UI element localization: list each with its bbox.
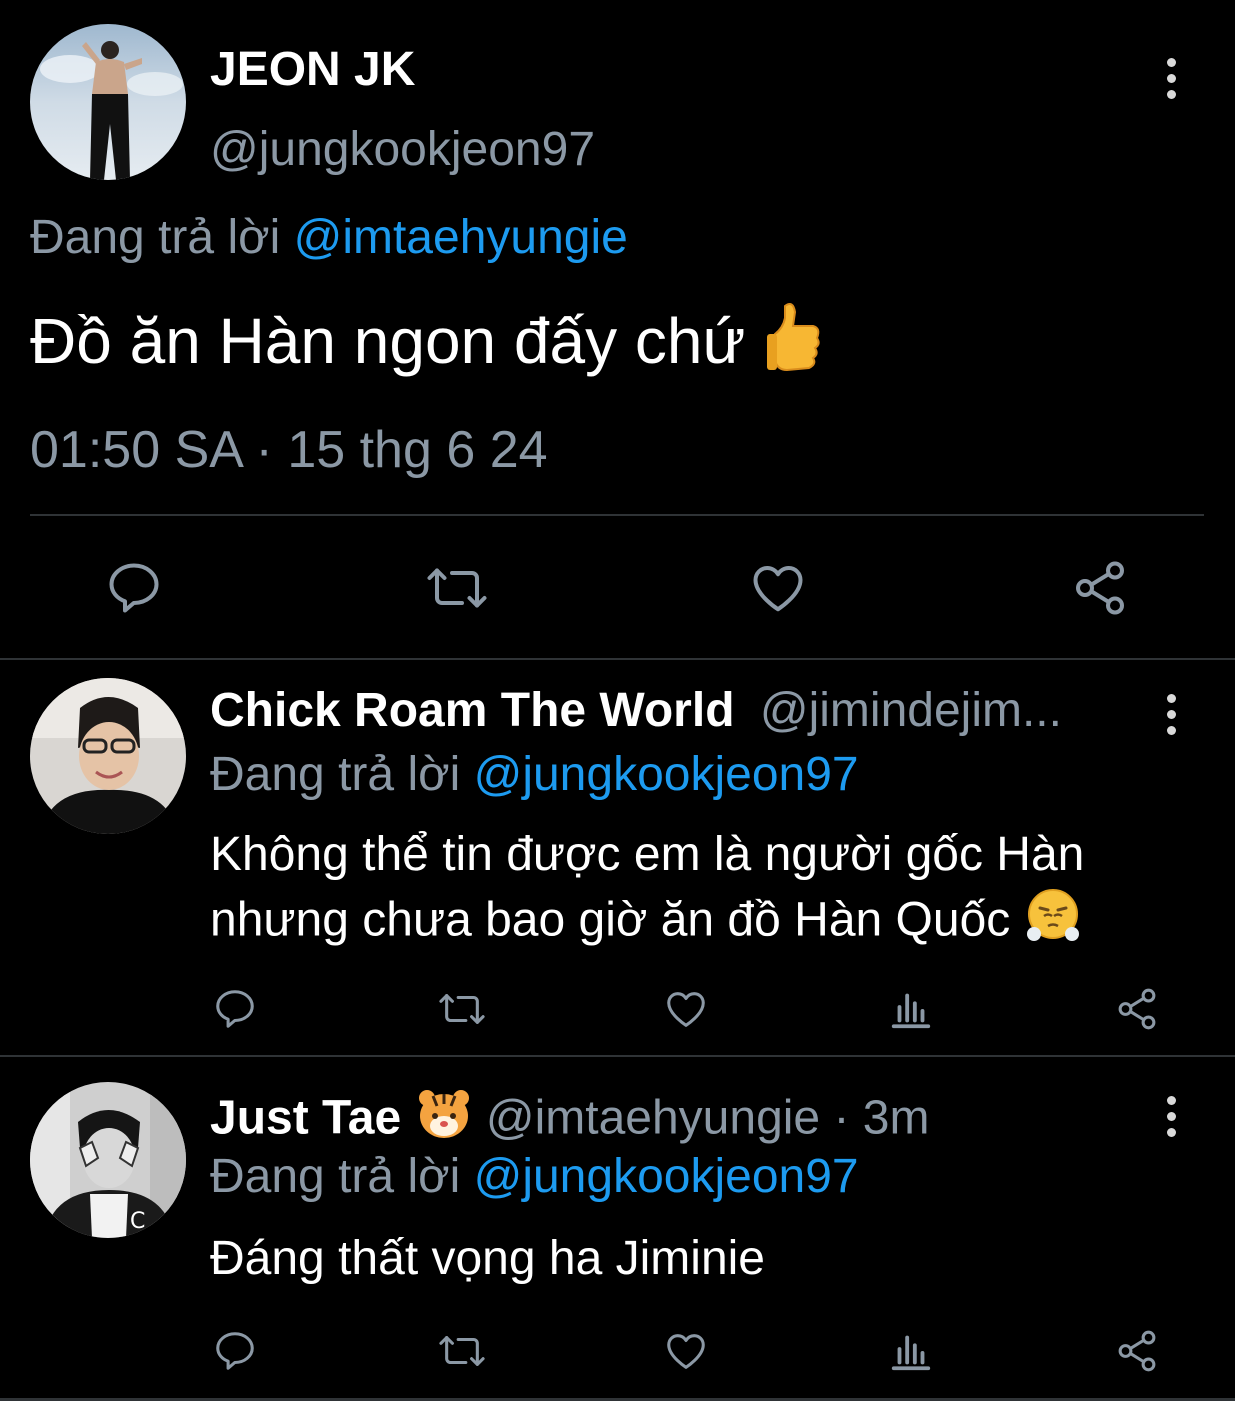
- face-with-steam-icon: [1024, 886, 1082, 960]
- time-ago: 3m: [862, 1091, 930, 1145]
- tweet-body-line: Không thể tin được em là người gốc Hàn: [210, 828, 1085, 881]
- avatar[interactable]: [30, 24, 186, 180]
- avatar[interactable]: [30, 678, 186, 834]
- tweet-body-line-2: nhưng chưa bao giờ ăn đồ Hàn Quốc: [210, 886, 1084, 960]
- like-icon[interactable]: [662, 1328, 710, 1374]
- reply-header: Just Tae @imtaehyungie · 3m: [210, 1086, 929, 1156]
- reply-icon[interactable]: [104, 558, 164, 618]
- reply-icon[interactable]: [212, 1328, 258, 1374]
- retweet-icon[interactable]: [424, 558, 490, 618]
- reply-to-link[interactable]: @jungkookjeon97: [474, 748, 859, 801]
- separator: ·: [833, 1091, 850, 1145]
- reply-header: Chick Roam The World @jimindejim...: [210, 682, 1062, 740]
- more-options-icon[interactable]: [1166, 1096, 1176, 1144]
- reply-prefix: Đang trả lời: [30, 211, 281, 264]
- reply-prefix: Đang trả lời: [210, 748, 461, 801]
- like-icon[interactable]: [662, 986, 710, 1032]
- divider: [0, 1055, 1235, 1057]
- reply-context: Đang trả lời @jungkookjeon97: [210, 746, 859, 804]
- retweet-icon[interactable]: [436, 1328, 488, 1374]
- tweet-text: Đồ ăn Hàn ngon đấy chứ: [30, 298, 823, 394]
- display-name[interactable]: Chick Roam The World: [210, 684, 735, 737]
- reply-to-link[interactable]: @imtaehyungie: [294, 211, 628, 264]
- tweet-body: Đồ ăn Hàn ngon đấy chứ: [30, 304, 746, 377]
- timestamp: 01:50 SA · 15 thg 6 24: [30, 420, 548, 480]
- share-icon[interactable]: [1070, 558, 1130, 618]
- tweet-text: Đáng thất vọng ha Jiminie: [210, 1232, 765, 1285]
- handle[interactable]: @jungkookjeon97: [210, 120, 595, 180]
- reply-to-link[interactable]: @jungkookjeon97: [474, 1150, 859, 1203]
- views-icon[interactable]: [888, 986, 934, 1032]
- reply-prefix: Đang trả lời: [210, 1150, 461, 1203]
- handle[interactable]: @imtaehyungie: [486, 1092, 820, 1145]
- tiger-face-icon: [415, 1086, 473, 1156]
- handle[interactable]: @jimindejim...: [760, 684, 1062, 737]
- share-icon[interactable]: [1114, 986, 1160, 1032]
- display-name[interactable]: Just Tae: [210, 1092, 401, 1145]
- thumbs-up-icon: [763, 298, 823, 394]
- tweet-text: Không thể tin được em là người gốc Hàn n…: [210, 824, 1084, 960]
- reply-context: Đang trả lời @imtaehyungie: [30, 208, 628, 268]
- more-options-icon[interactable]: [1166, 694, 1176, 742]
- tweet-time: 01:50 SA: [30, 421, 242, 479]
- share-icon[interactable]: [1114, 1328, 1160, 1374]
- reply-icon[interactable]: [212, 986, 258, 1032]
- like-icon[interactable]: [748, 558, 808, 618]
- avatar[interactable]: C: [30, 1082, 186, 1238]
- reply-context: Đang trả lời @jungkookjeon97: [210, 1148, 859, 1206]
- divider: [30, 514, 1204, 516]
- tweet-body: nhưng chưa bao giờ ăn đồ Hàn Quốc: [210, 893, 1011, 947]
- svg-text:C: C: [130, 1209, 145, 1234]
- retweet-icon[interactable]: [436, 986, 488, 1032]
- separator: ·: [255, 421, 273, 479]
- display-name[interactable]: JEON JK: [210, 40, 415, 100]
- more-options-icon[interactable]: [1166, 58, 1176, 106]
- views-icon[interactable]: [888, 1328, 934, 1374]
- tweet-date: 15 thg 6 24: [287, 421, 548, 479]
- divider: [0, 658, 1235, 660]
